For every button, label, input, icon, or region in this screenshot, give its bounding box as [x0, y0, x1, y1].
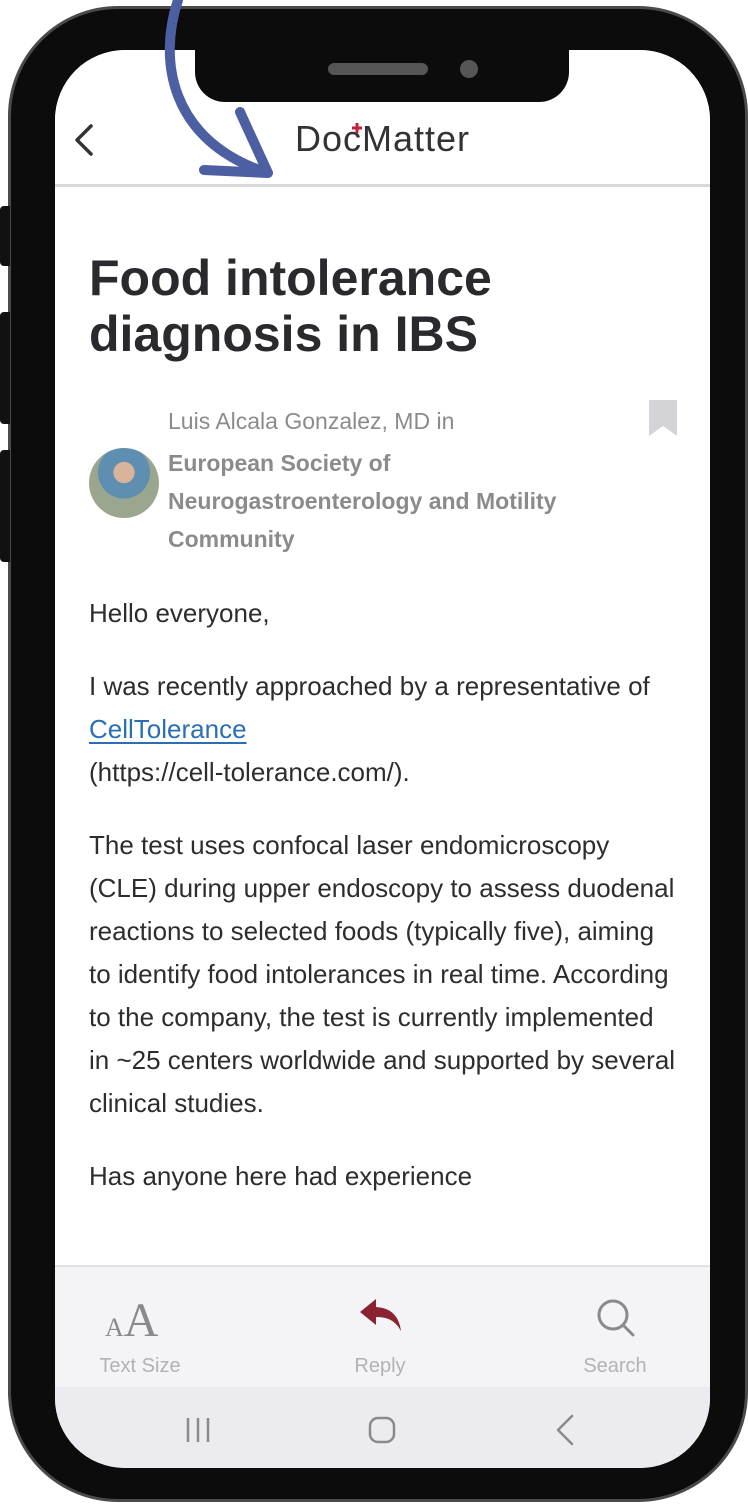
volume-up-button	[0, 312, 10, 424]
text-size-big-a: A	[123, 1294, 159, 1347]
post-title: Food intolerance diagnosis in IBS	[89, 250, 492, 362]
bottom-toolbar: AA Text Size Reply Search	[55, 1265, 710, 1389]
nav-back-icon[interactable]	[553, 1413, 577, 1447]
author-avatar[interactable]	[89, 448, 159, 518]
android-nav-bar	[55, 1387, 710, 1468]
speaker-grille	[328, 63, 428, 75]
logo-text-matter: Matter	[362, 118, 471, 159]
text-size-small-a: A	[105, 1313, 124, 1342]
author-block: Luis Alcala Gonzalez, MD in European Soc…	[89, 400, 679, 558]
para1-prefix: I was recently approached by a represent…	[89, 671, 650, 701]
annotation-arrow-icon	[164, 0, 273, 178]
community-name[interactable]: European Society of Neurogastroenterolog…	[168, 444, 628, 558]
reply-arrow-icon	[360, 1299, 401, 1331]
bookmark-icon[interactable]	[649, 400, 677, 436]
reply-button[interactable]: Reply	[330, 1267, 430, 1389]
mute-switch	[0, 206, 10, 266]
recent-apps-icon[interactable]	[183, 1415, 213, 1445]
logo-red-cross-icon	[352, 123, 362, 133]
paragraph-2: The test uses confocal laser endomicrosc…	[89, 830, 676, 1118]
paragraph-3-partial: Has anyone here had experience	[89, 1161, 473, 1191]
search-icon	[597, 1299, 635, 1337]
search-button[interactable]: Search	[565, 1267, 665, 1389]
text-size-icon: AA	[105, 1293, 158, 1348]
greeting-paragraph: Hello everyone,	[89, 598, 270, 628]
front-camera	[460, 60, 478, 78]
paragraph-1: I was recently approached by a represent…	[89, 665, 679, 794]
para1-suffix: (https://cell-tolerance.com/).	[89, 757, 410, 787]
celltolerance-link[interactable]: CellTolerance	[89, 714, 247, 744]
phone-screen: DocMatter Food intolerance diagnosis in …	[55, 50, 710, 1468]
post-body: Hello everyone, I was recently approache…	[89, 592, 679, 1198]
author-name[interactable]: Luis Alcala Gonzalez, MD in	[168, 408, 454, 435]
text-size-button[interactable]: AA Text Size	[85, 1267, 195, 1389]
home-icon[interactable]	[367, 1415, 397, 1445]
search-label: Search	[583, 1355, 647, 1377]
volume-down-button	[0, 450, 10, 562]
reply-label: Reply	[354, 1355, 406, 1377]
post-content: Food intolerance diagnosis in IBS Luis A…	[89, 250, 679, 1228]
text-size-label: Text Size	[99, 1355, 181, 1377]
